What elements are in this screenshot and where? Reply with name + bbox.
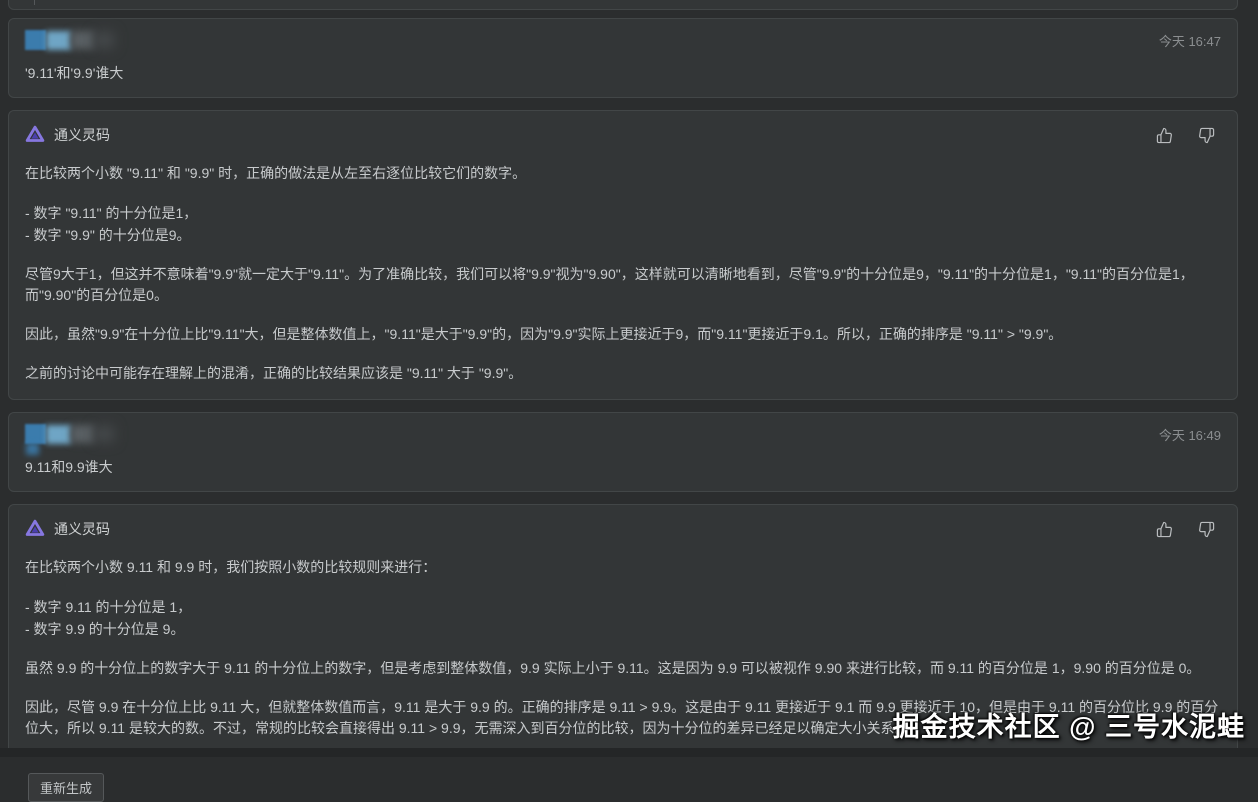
tongyi-lingma-logo-icon <box>25 519 45 539</box>
assistant-name: 通义灵码 <box>54 125 110 145</box>
thumb-down-button[interactable] <box>1198 521 1215 538</box>
thumb-up-icon <box>1156 127 1173 144</box>
assistant-paragraph: 虽然 9.9 的十分位上的数字大于 9.11 的十分位上的数字，但是考虑到整体数… <box>25 658 1221 679</box>
avatar-block <box>94 426 114 442</box>
thumb-down-icon <box>1198 521 1215 538</box>
thumb-up-icon <box>1156 521 1173 538</box>
user-message-card: 今天 16:49 9.11和9.9谁大 <box>8 412 1238 492</box>
assistant-paragraph: 在比较两个小数 "9.11" 和 "9.9" 时，正确的做法是从左至右逐位比较它… <box>25 163 1221 184</box>
watermark: 掘金技术社区 @ 三号水泥蛙 <box>893 705 1245 744</box>
assistant-message-card: 通义灵码 在比较两个小数 "9.11" 和 "9.9" 时，正确的做法是从左至右… <box>8 110 1238 400</box>
previous-card-edge <box>8 0 1238 10</box>
thumb-down-button[interactable] <box>1198 127 1215 144</box>
assistant-paragraph: 因此，虽然"9.9"在十分位上比"9.11"大，但是整体数值上，"9.11"是大… <box>25 324 1221 345</box>
user-avatar-blurred <box>25 424 114 444</box>
message-timestamp: 今天 16:49 <box>1159 425 1221 444</box>
assistant-list: - 数字 9.11 的十分位是 1， - 数字 9.9 的十分位是 9。 <box>25 596 1221 640</box>
avatar-blur-smudge <box>26 443 39 455</box>
user-message-text: '9.11'和'9.9'谁大 <box>25 63 1221 83</box>
assistant-list-item: - 数字 "9.11" 的十分位是1， <box>25 202 1221 224</box>
assistant-name: 通义灵码 <box>54 519 110 539</box>
avatar-block <box>94 32 114 48</box>
thumb-up-button[interactable] <box>1156 127 1173 144</box>
user-message-text: 9.11和9.9谁大 <box>25 457 1221 477</box>
user-avatar-blurred <box>25 30 114 50</box>
assistant-list-item: - 数字 9.9 的十分位是 9。 <box>25 618 1221 640</box>
tongyi-lingma-logo-icon <box>25 125 45 145</box>
avatar-block <box>71 31 94 49</box>
assistant-paragraph: 在比较两个小数 9.11 和 9.9 时，我们按照小数的比较规则来进行： <box>25 557 1221 578</box>
thumb-up-button[interactable] <box>1156 521 1173 538</box>
user-message-card: 今天 16:47 '9.11'和'9.9'谁大 <box>8 18 1238 98</box>
assistant-list-item: - 数字 "9.9" 的十分位是9。 <box>25 224 1221 246</box>
assistant-list: - 数字 "9.11" 的十分位是1， - 数字 "9.9" 的十分位是9。 <box>25 202 1221 246</box>
assistant-list-item: - 数字 9.11 的十分位是 1， <box>25 596 1221 618</box>
avatar-block <box>25 30 46 50</box>
assistant-paragraph: 尽管9大于1，但这并不意味着"9.9"就一定大于"9.11"。为了准确比较，我们… <box>25 264 1221 306</box>
bottom-edge <box>0 748 1258 757</box>
avatar-block <box>46 31 71 50</box>
previous-button-fragment <box>27 0 35 5</box>
message-timestamp: 今天 16:47 <box>1159 31 1221 50</box>
avatar-block <box>71 425 94 443</box>
regenerate-button[interactable]: 重新生成 <box>28 773 104 802</box>
thumb-down-icon <box>1198 127 1215 144</box>
avatar-block <box>25 424 46 444</box>
assistant-paragraph: 之前的讨论中可能存在理解上的混淆，正确的比较结果应该是 "9.11" 大于 "9… <box>25 363 1221 384</box>
avatar-block <box>46 425 71 444</box>
